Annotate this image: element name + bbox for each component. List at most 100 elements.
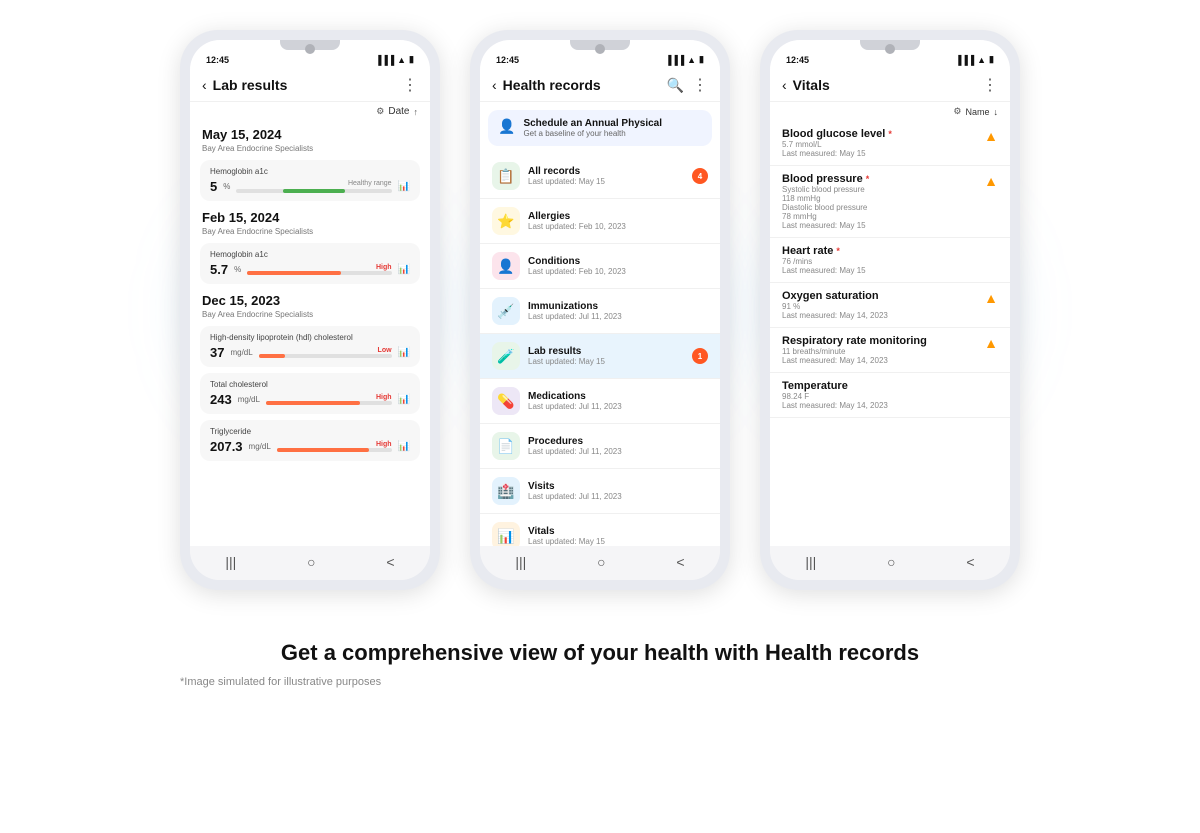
vital-blood-glucose[interactable]: Blood glucose level * 5.7 mmol/L Last me…	[770, 121, 1010, 166]
all-records-badge: 4	[692, 168, 708, 184]
lab-value-4: 243	[210, 392, 232, 407]
vital-name-glucose: Blood glucose level *	[782, 128, 892, 140]
battery-icon: ▮	[409, 54, 414, 65]
vital-blood-pressure[interactable]: Blood pressure* Systolic blood pressure …	[770, 166, 1010, 238]
medications-icon: 💊	[492, 387, 520, 415]
vital-bp-sys-label: Systolic blood pressure	[782, 185, 869, 194]
lab-value-2: 5.7	[210, 262, 228, 277]
back-button-3[interactable]: ‹	[782, 77, 787, 93]
time-2: 12:45	[496, 55, 519, 65]
lab-item-3[interactable]: High-density lipoprotein (hdl) cholester…	[200, 326, 420, 367]
disclaimer-text: *Image simulated for illustrative purpos…	[150, 676, 1050, 688]
lab-test-name-2: Hemoglobin a1c	[210, 250, 410, 259]
chart-icon-2[interactable]: 📊	[398, 264, 410, 275]
vital-respiratory[interactable]: Respiratory rate monitoring 11 breaths/m…	[770, 328, 1010, 373]
conditions-date: Last updated: Feb 10, 2023	[528, 267, 708, 276]
immunizations-label: Immunizations	[528, 301, 708, 312]
vital-heart-rate[interactable]: Heart rate* 76 /mins Last measured: May …	[770, 238, 1010, 283]
nav-recent-2[interactable]: <	[676, 554, 684, 570]
phone-lab-results: 12:45 ▐▐▐ ▲ ▮ ‹ Lab results ⋮	[180, 30, 440, 590]
medications-label: Medications	[528, 391, 708, 402]
hr-all-records[interactable]: 📋 All records Last updated: May 15 4	[480, 154, 720, 199]
lab-value-3: 37	[210, 345, 224, 360]
wifi-icon-3: ▲	[977, 55, 986, 65]
nav-home-1[interactable]: ○	[307, 554, 315, 570]
app-bar-2: ‹ Health records 🔍 ⋮	[480, 69, 720, 102]
nav-recent-3[interactable]: <	[966, 554, 974, 570]
lab-unit-2: %	[234, 265, 241, 274]
section-facility-2: Bay Area Endocrine Specialists	[190, 227, 430, 240]
vital-name-hr: Heart rate*	[782, 245, 866, 257]
visits-label: Visits	[528, 481, 708, 492]
hr-vitals[interactable]: 📊 Vitals Last updated: May 15	[480, 514, 720, 546]
schedule-banner[interactable]: 👤 Schedule an Annual Physical Get a base…	[488, 110, 712, 146]
more-options-2[interactable]: ⋮	[692, 75, 708, 95]
vital-value-glucose: 5.7 mmol/L	[782, 140, 892, 149]
nav-back-3[interactable]: |||	[805, 554, 816, 570]
app-bar-3: ‹ Vitals ⋮	[770, 69, 1010, 102]
lab-item-2[interactable]: Hemoglobin a1c 5.7 % High 📊	[200, 243, 420, 284]
search-button-2[interactable]: 🔍	[667, 77, 684, 94]
hr-lab-results[interactable]: 🧪 Lab results Last updated: May 15 1	[480, 334, 720, 379]
vital-oxygen[interactable]: Oxygen saturation 91 % Last measured: Ma…	[770, 283, 1010, 328]
vitals-filter-label[interactable]: Name	[965, 107, 989, 117]
lab-item-4[interactable]: Total cholesterol 243 mg/dL High 📊	[200, 373, 420, 414]
sort-dir-icon: ↑	[414, 107, 419, 117]
battery-icon-3: ▮	[989, 54, 994, 65]
status-label-3: Low	[259, 347, 392, 354]
nav-recent-1[interactable]: <	[386, 554, 394, 570]
status-label-5: High	[277, 441, 392, 448]
visits-date: Last updated: Jul 11, 2023	[528, 492, 708, 501]
lab-bar-1: Healthy range	[236, 180, 391, 193]
chart-icon-4[interactable]: 📊	[398, 394, 410, 405]
chart-icon-5[interactable]: 📊	[398, 441, 410, 452]
battery-icon-2: ▮	[699, 54, 704, 65]
vitals-label: Vitals	[528, 526, 708, 537]
back-button-1[interactable]: ‹	[202, 77, 207, 93]
all-records-icon: 📋	[492, 162, 520, 190]
nav-home-2[interactable]: ○	[597, 554, 605, 570]
nav-back-2[interactable]: |||	[515, 554, 526, 570]
nav-bar-1: ||| ○ <	[190, 546, 430, 580]
vital-bp-dia-value: 78 mmHg	[782, 212, 869, 221]
vital-name-oxy: Oxygen saturation	[782, 290, 888, 302]
sort-label[interactable]: Date	[388, 106, 409, 117]
nav-home-3[interactable]: ○	[887, 554, 895, 570]
immunizations-icon: 💉	[492, 297, 520, 325]
screen-title-2: Health records	[503, 77, 659, 93]
hr-allergies[interactable]: ⭐ Allergies Last updated: Feb 10, 2023	[480, 199, 720, 244]
procedures-date: Last updated: Jul 11, 2023	[528, 447, 708, 456]
all-records-date: Last updated: May 15	[528, 177, 692, 186]
vital-temperature[interactable]: Temperature 98.24 F Last measured: May 1…	[770, 373, 1010, 418]
conditions-icon: 👤	[492, 252, 520, 280]
section-date-1: May 15, 2024	[190, 121, 430, 144]
nav-back-1[interactable]: |||	[225, 554, 236, 570]
hr-medications[interactable]: 💊 Medications Last updated: Jul 11, 2023	[480, 379, 720, 424]
lab-unit-4: mg/dL	[238, 395, 260, 404]
back-button-2[interactable]: ‹	[492, 77, 497, 93]
alert-icon-bp: ▲	[984, 173, 998, 189]
hr-visits[interactable]: 🏥 Visits Last updated: Jul 11, 2023	[480, 469, 720, 514]
vitals-filter-icon: ⚙	[953, 106, 961, 117]
medications-date: Last updated: Jul 11, 2023	[528, 402, 708, 411]
more-options-1[interactable]: ⋮	[402, 75, 418, 95]
section-date-3: Dec 15, 2023	[190, 287, 430, 310]
alert-icon-glucose: ▲	[984, 128, 998, 144]
hr-conditions[interactable]: 👤 Conditions Last updated: Feb 10, 2023	[480, 244, 720, 289]
phones-row: 12:45 ▐▐▐ ▲ ▮ ‹ Lab results ⋮	[180, 30, 1020, 590]
conditions-label: Conditions	[528, 256, 708, 267]
vital-date-glucose: Last measured: May 15	[782, 149, 892, 158]
range-label-1: Healthy range	[236, 180, 391, 187]
vital-value-oxy: 91 %	[782, 302, 888, 311]
hr-procedures[interactable]: 📄 Procedures Last updated: Jul 11, 2023	[480, 424, 720, 469]
more-options-3[interactable]: ⋮	[982, 75, 998, 95]
allergies-label: Allergies	[528, 211, 708, 222]
lab-value-1: 5	[210, 179, 217, 194]
lab-test-name-1: Hemoglobin a1c	[210, 167, 410, 176]
chart-icon-3[interactable]: 📊	[398, 347, 410, 358]
lab-item-1[interactable]: Hemoglobin a1c 5 % Healthy range 📊	[200, 160, 420, 201]
chart-icon-1[interactable]: 📊	[398, 181, 410, 192]
wifi-icon: ▲	[397, 55, 406, 65]
hr-immunizations[interactable]: 💉 Immunizations Last updated: Jul 11, 20…	[480, 289, 720, 334]
lab-item-5[interactable]: Triglyceride 207.3 mg/dL High 📊	[200, 420, 420, 461]
